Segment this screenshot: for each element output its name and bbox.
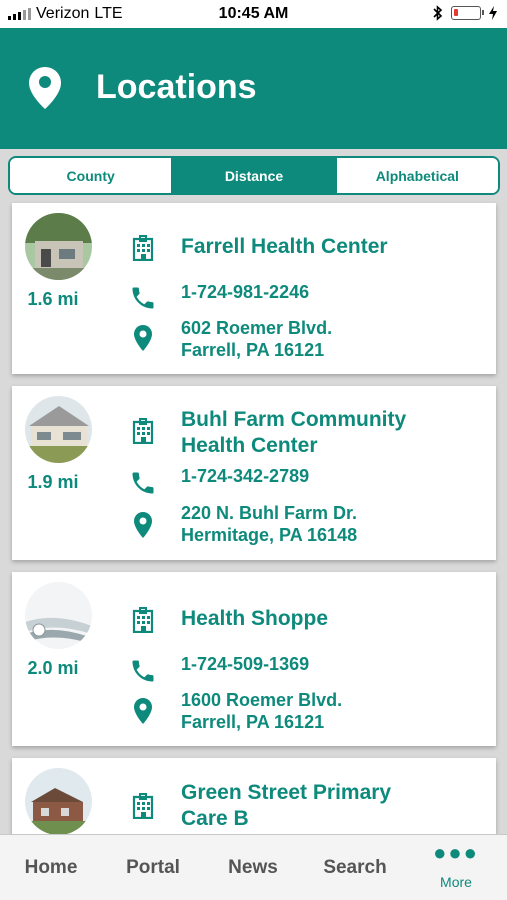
tab-home-label: Home [24,857,78,878]
tab-home[interactable]: Home [10,835,92,900]
location-list[interactable]: 1.6 mi Farrell Health Center 1-724-981-2… [0,201,507,834]
clock: 10:45 AM [218,5,289,22]
status-icons [433,5,497,21]
tab-news-label: News [228,857,278,878]
location-pin-icon [29,67,61,109]
location-name-line: Green Street Primary [181,781,392,804]
location-card[interactable]: 2.0 mi Health Shoppe 1-724-509-1369 1600… [12,572,496,746]
map-pin-icon [128,510,158,540]
phone-number-link[interactable]: 1-724-981-2246 [181,282,309,303]
building-icon [128,605,158,635]
map-pin-icon [128,696,158,726]
location-name[interactable]: Green Street Primary Care B [181,780,481,832]
phone-icon [128,656,158,686]
address-line: Farrell, PA 16121 [181,712,325,732]
address-line: Farrell, PA 16121 [181,340,325,360]
location-photo [25,213,92,280]
address-link[interactable]: 602 Roemer Blvd. Farrell, PA 16121 [181,317,332,361]
tab-alphabetical[interactable]: Alphabetical [334,158,498,193]
location-name[interactable]: Farrell Health Center [181,234,481,260]
location-card[interactable]: Green Street Primary Care B [12,758,496,834]
address-link[interactable]: 220 N. Buhl Farm Dr. Hermitage, PA 16148 [181,502,357,546]
location-card[interactable]: 1.6 mi Farrell Health Center 1-724-981-2… [12,203,496,374]
address-line: Hermitage, PA 16148 [181,525,358,545]
building-icon [128,233,158,263]
address-line: 1600 Roemer Blvd. [181,690,343,710]
location-photo [25,768,92,834]
tab-distance[interactable]: Distance [171,158,335,193]
location-name-line: Health Center [181,434,318,457]
battery-icon [451,6,484,20]
distance-label: 1.6 mi [27,289,79,309]
address-line: 602 Roemer Blvd. [181,318,333,338]
tab-alphabetical-label: Alphabetical [375,167,459,184]
tab-news[interactable]: News [212,835,294,900]
tab-more-label: More [440,874,472,890]
address-line: 220 N. Buhl Farm Dr. [181,503,358,523]
bluetooth-icon [433,5,443,21]
building-icon [128,791,158,821]
tab-portal-label: Portal [126,857,180,878]
status-bar: Verizon LTE 10:45 AM [0,0,507,28]
page-title: Locations [96,68,257,106]
tab-county-label: County [66,167,115,184]
phone-number-link[interactable]: 1-724-342-2789 [181,466,309,487]
location-name-line: Health Shoppe [181,607,329,630]
map-pin-icon [128,323,158,353]
distance-label: 2.0 mi [27,658,79,678]
location-name[interactable]: Health Shoppe [181,606,481,632]
location-name-line: Buhl Farm Community [181,408,407,431]
location-card[interactable]: 1.9 mi Buhl Farm Community Health Center… [12,386,496,560]
tab-county[interactable]: County [10,158,172,193]
location-name-line: Farrell Health Center [181,235,388,258]
charging-bolt-icon [489,6,497,20]
location-name-line: Care B [181,807,249,830]
sort-segmented-control: County Distance Alphabetical [8,156,500,195]
phone-number-link[interactable]: 1-724-509-1369 [181,654,309,675]
distance-label: 1.9 mi [27,472,79,492]
phone-icon [128,283,158,313]
tab-more[interactable]: ●●● More [416,835,496,900]
bottom-tab-bar: Home Portal News Search ●●● More [0,834,507,900]
location-photo [25,396,92,463]
address-link[interactable]: 1600 Roemer Blvd. Farrell, PA 16121 [181,689,342,733]
tab-search-label: Search [323,857,387,878]
location-name[interactable]: Buhl Farm Community Health Center [181,407,481,459]
tab-distance-label: Distance [224,167,284,184]
tab-search[interactable]: Search [314,835,396,900]
tab-portal[interactable]: Portal [112,835,194,900]
phone-icon [128,468,158,498]
more-dots-icon: ●●● [433,840,479,865]
app-header: Locations [0,28,507,149]
building-icon [128,416,158,446]
location-photo [25,582,92,649]
